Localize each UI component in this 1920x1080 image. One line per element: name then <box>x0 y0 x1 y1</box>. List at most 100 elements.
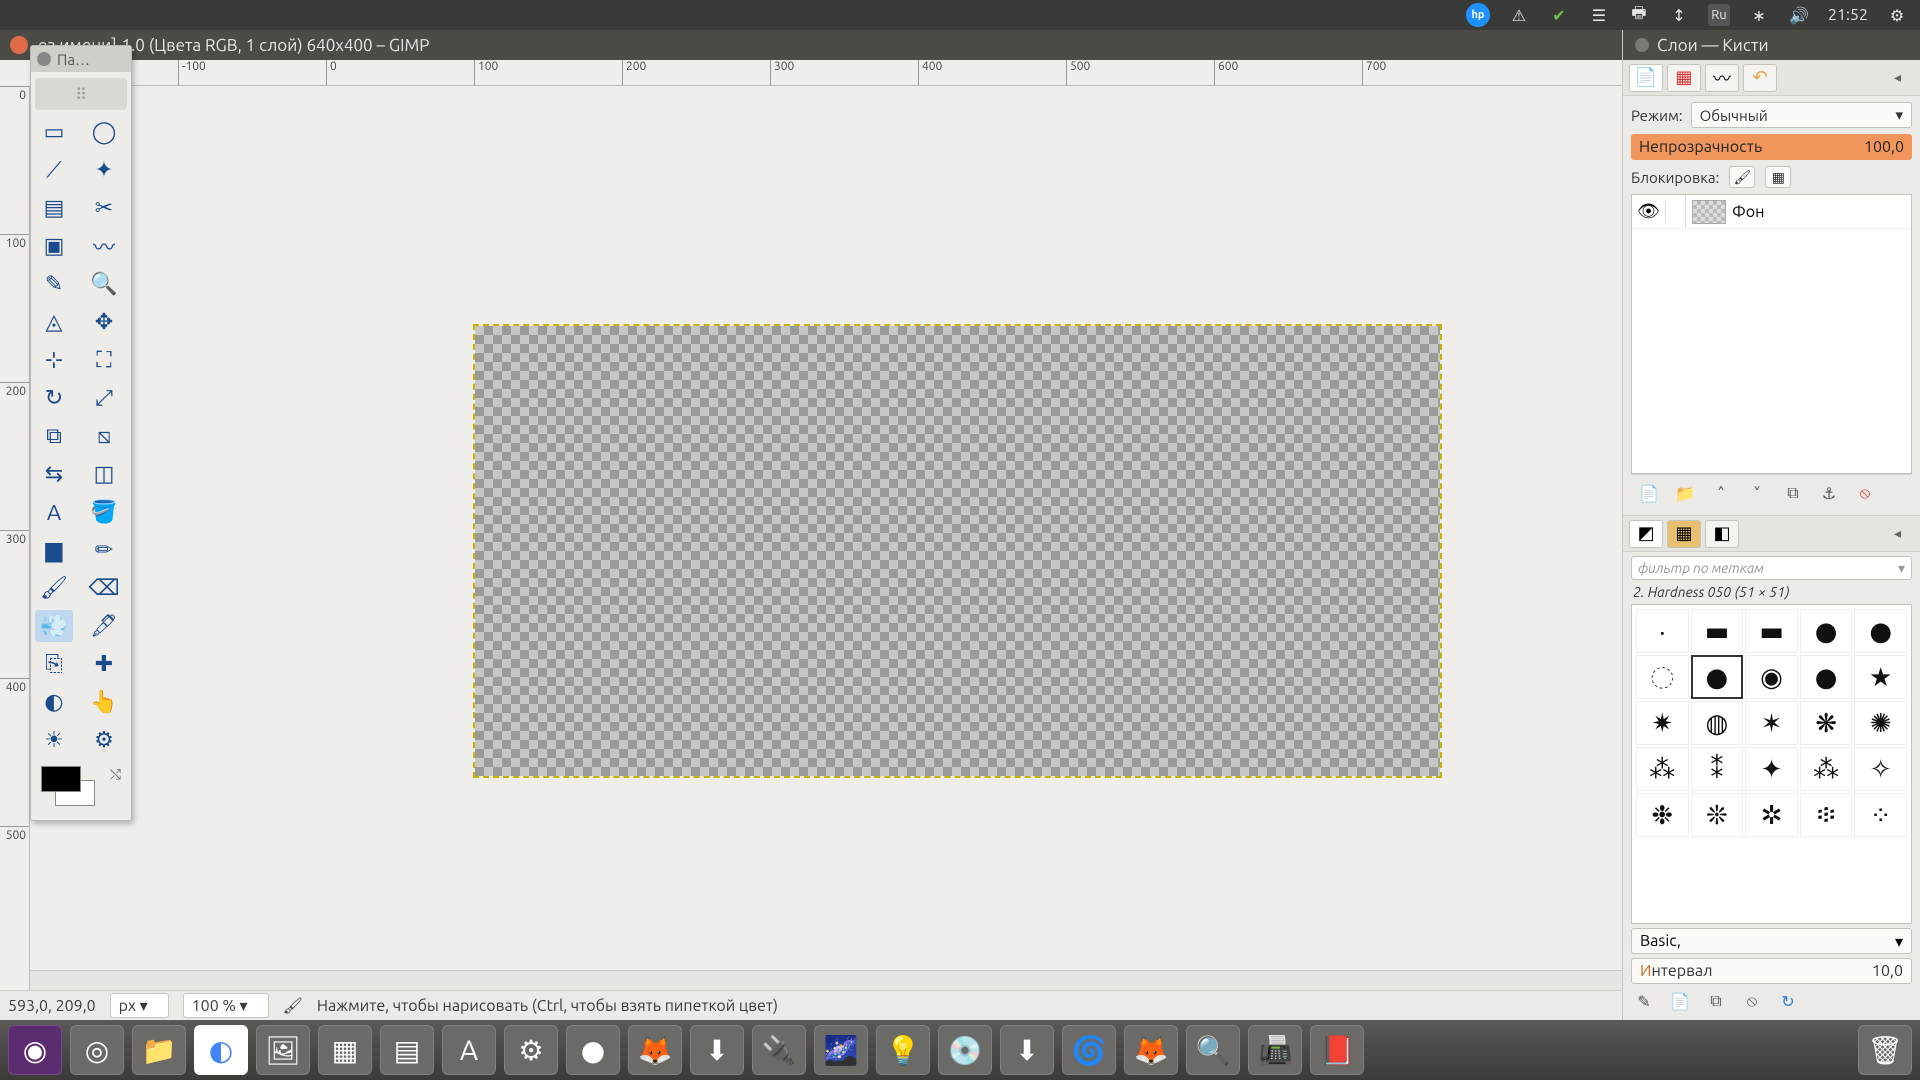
delete-layer-button[interactable]: ⦸ <box>1851 481 1879 505</box>
brush-thumb[interactable]: ◉ <box>1745 655 1798 699</box>
lower-layer-button[interactable]: ˅ <box>1743 481 1771 505</box>
launcher-firefox[interactable]: 🦊 <box>1124 1025 1178 1075</box>
launcher-software[interactable]: A <box>442 1025 496 1075</box>
launcher-presentation[interactable]: ▤ <box>380 1025 434 1075</box>
brush-thumb[interactable]: ✶ <box>1745 701 1798 745</box>
brush-thumb[interactable]: ● <box>1691 655 1744 699</box>
tool-align[interactable]: ⊹ <box>35 344 73 376</box>
tab-paths[interactable]: 〰 <box>1705 64 1739 92</box>
close-icon[interactable] <box>37 52 51 66</box>
tab-menu-icon[interactable]: ◂ <box>1894 525 1914 542</box>
launcher-tips[interactable]: 💡 <box>876 1025 930 1075</box>
anchor-layer-button[interactable]: ⚓ <box>1815 481 1843 505</box>
swap-colors-icon[interactable]: ⤭ <box>110 766 121 783</box>
opacity-slider[interactable]: Непрозрачность 100,0 <box>1631 134 1912 160</box>
launcher-blender[interactable]: 🌀 <box>1062 1025 1116 1075</box>
units-select[interactable]: px ▾ <box>110 993 169 1018</box>
tool-move[interactable]: ✥ <box>85 306 123 338</box>
brush-thumb[interactable]: ⁘ <box>1854 793 1907 837</box>
launcher-usb[interactable]: 🔌 <box>752 1025 806 1075</box>
foreground-color-swatch[interactable] <box>41 766 81 792</box>
brush-thumb[interactable]: ⁑ <box>1691 747 1744 791</box>
tab-gradients[interactable]: ◧ <box>1705 520 1739 548</box>
toolbox-dock[interactable]: Па… ⠿ ▭◯⟋✦▤✂▣〰✎🔍◬✥⊹⛶↻⤢⧉⧅⇆◫A🪣▆✏🖌⌫💨🖋⎘✚◐👆☀⚙… <box>30 45 132 821</box>
horizontal-scrollbar[interactable] <box>30 970 1900 990</box>
launcher-activities[interactable]: ◎ <box>70 1025 124 1075</box>
sync-ok-icon[interactable]: ✔ <box>1548 4 1570 26</box>
launcher-ubuntu[interactable]: ◉ <box>8 1025 62 1075</box>
lock-alpha-button[interactable]: ▦ <box>1765 166 1791 188</box>
raise-layer-button[interactable]: ˄ <box>1707 481 1735 505</box>
brush-thumb[interactable]: ✷ <box>1636 701 1689 745</box>
brush-thumb[interactable]: ✺ <box>1854 701 1907 745</box>
clock[interactable]: 21:52 <box>1828 6 1868 24</box>
tool-flip[interactable]: ⇆ <box>35 458 73 490</box>
brush-thumb[interactable]: ● <box>1800 655 1853 699</box>
tool-eraser[interactable]: ⌫ <box>85 572 123 604</box>
launcher-chrome[interactable]: ◐ <box>194 1025 248 1075</box>
dock-grip-icon[interactable]: ⠿ <box>35 78 127 110</box>
tool-dodge[interactable]: ☀ <box>35 724 73 756</box>
layer-row[interactable]: 👁 Фон <box>1632 195 1911 229</box>
warning-icon[interactable]: ⚠ <box>1508 4 1530 26</box>
tool-foreground-select[interactable]: ▣ <box>35 230 73 262</box>
launcher-search[interactable]: 🔍 <box>1186 1025 1240 1075</box>
launcher-downloads[interactable]: ⬇ <box>690 1025 744 1075</box>
tool-by-color-select[interactable]: ▤ <box>35 192 73 224</box>
tool-text[interactable]: A <box>35 496 73 528</box>
delete-brush-button[interactable]: ⦸ <box>1739 990 1765 1012</box>
tool-paths[interactable]: 〰 <box>85 230 123 262</box>
new-brush-button[interactable]: 📄 <box>1667 990 1693 1012</box>
tool-zoom[interactable]: 🔍 <box>85 268 123 300</box>
tool-crop[interactable]: ⛶ <box>85 344 123 376</box>
brush-thumb[interactable]: · <box>1636 609 1689 653</box>
power-icon[interactable]: ⚙ <box>1886 4 1908 26</box>
brush-thumb[interactable]: ▬ <box>1745 609 1798 653</box>
brush-thumb[interactable]: ★ <box>1854 655 1907 699</box>
tool-rotate[interactable]: ↻ <box>35 382 73 414</box>
tab-brushes[interactable]: ◩ <box>1629 520 1663 548</box>
close-icon[interactable] <box>1635 38 1649 52</box>
brush-spacing-slider[interactable]: Интервал 10,0 <box>1631 958 1912 984</box>
launcher-scan[interactable]: 📠 <box>1248 1025 1302 1075</box>
layer-mode-select[interactable]: Обычный▾ <box>1691 102 1912 128</box>
volume-icon[interactable]: 🔊 <box>1788 4 1810 26</box>
brush-filter-input[interactable]: фильтр по меткам▾ <box>1631 556 1912 580</box>
tool-free-select[interactable]: ⟋ <box>35 154 73 186</box>
tool-paintbrush[interactable]: 🖌 <box>35 572 73 604</box>
color-swatches[interactable]: ⤭ <box>35 766 127 810</box>
launcher-trash[interactable]: 🗑 <box>1858 1025 1912 1075</box>
brush-thumb[interactable]: ● <box>1800 609 1853 653</box>
new-group-button[interactable]: 📁 <box>1671 481 1699 505</box>
tool-rect-select[interactable]: ▭ <box>35 116 73 148</box>
tab-menu-icon[interactable]: ◂ <box>1894 69 1914 86</box>
image-canvas[interactable] <box>475 326 1440 776</box>
tab-patterns[interactable]: ▦ <box>1667 520 1701 548</box>
layer-list[interactable]: 👁 Фон <box>1631 194 1912 474</box>
tool-fuzzy-select[interactable]: ✦ <box>85 154 123 186</box>
tab-undo-history[interactable]: ↶ <box>1743 64 1777 92</box>
brush-grid[interactable]: ·▬▬●●◌●◉●★✷◍✶❋✺⁂⁑✦⁂✧❉❊✲፨⁘ <box>1631 604 1912 924</box>
tool-scale[interactable]: ⤢ <box>85 382 123 414</box>
tool-smudge[interactable]: 👆 <box>85 686 123 718</box>
launcher-record[interactable]: ● <box>566 1025 620 1075</box>
tool-color-picker[interactable]: ✎ <box>35 268 73 300</box>
tool-measure[interactable]: ◬ <box>35 306 73 338</box>
new-layer-button[interactable]: 📄 <box>1635 481 1663 505</box>
tool-shear[interactable]: ⧉ <box>35 420 73 452</box>
lock-pixels-button[interactable]: 🖌 <box>1729 166 1755 188</box>
refresh-brushes-button[interactable]: ↻ <box>1775 990 1801 1012</box>
print-icon[interactable]: 🖶 <box>1628 4 1650 26</box>
layer-name[interactable]: Фон <box>1732 203 1764 221</box>
launcher-spreadsheet[interactable]: ▦ <box>318 1025 372 1075</box>
duplicate-layer-button[interactable]: ⧉ <box>1779 481 1807 505</box>
brush-thumb[interactable]: ✲ <box>1745 793 1798 837</box>
launcher-stellarium[interactable]: 🌌 <box>814 1025 868 1075</box>
brush-thumb[interactable]: ❉ <box>1636 793 1689 837</box>
bluetooth-icon[interactable]: ∗ <box>1748 4 1770 26</box>
tool-scissors[interactable]: ✂ <box>85 192 123 224</box>
keyboard-layout-indicator[interactable]: Ru <box>1708 4 1730 26</box>
tool-clone[interactable]: ⎘ <box>35 648 73 680</box>
brush-thumb[interactable]: ⁂ <box>1636 747 1689 791</box>
brush-thumb[interactable]: ▬ <box>1691 609 1744 653</box>
